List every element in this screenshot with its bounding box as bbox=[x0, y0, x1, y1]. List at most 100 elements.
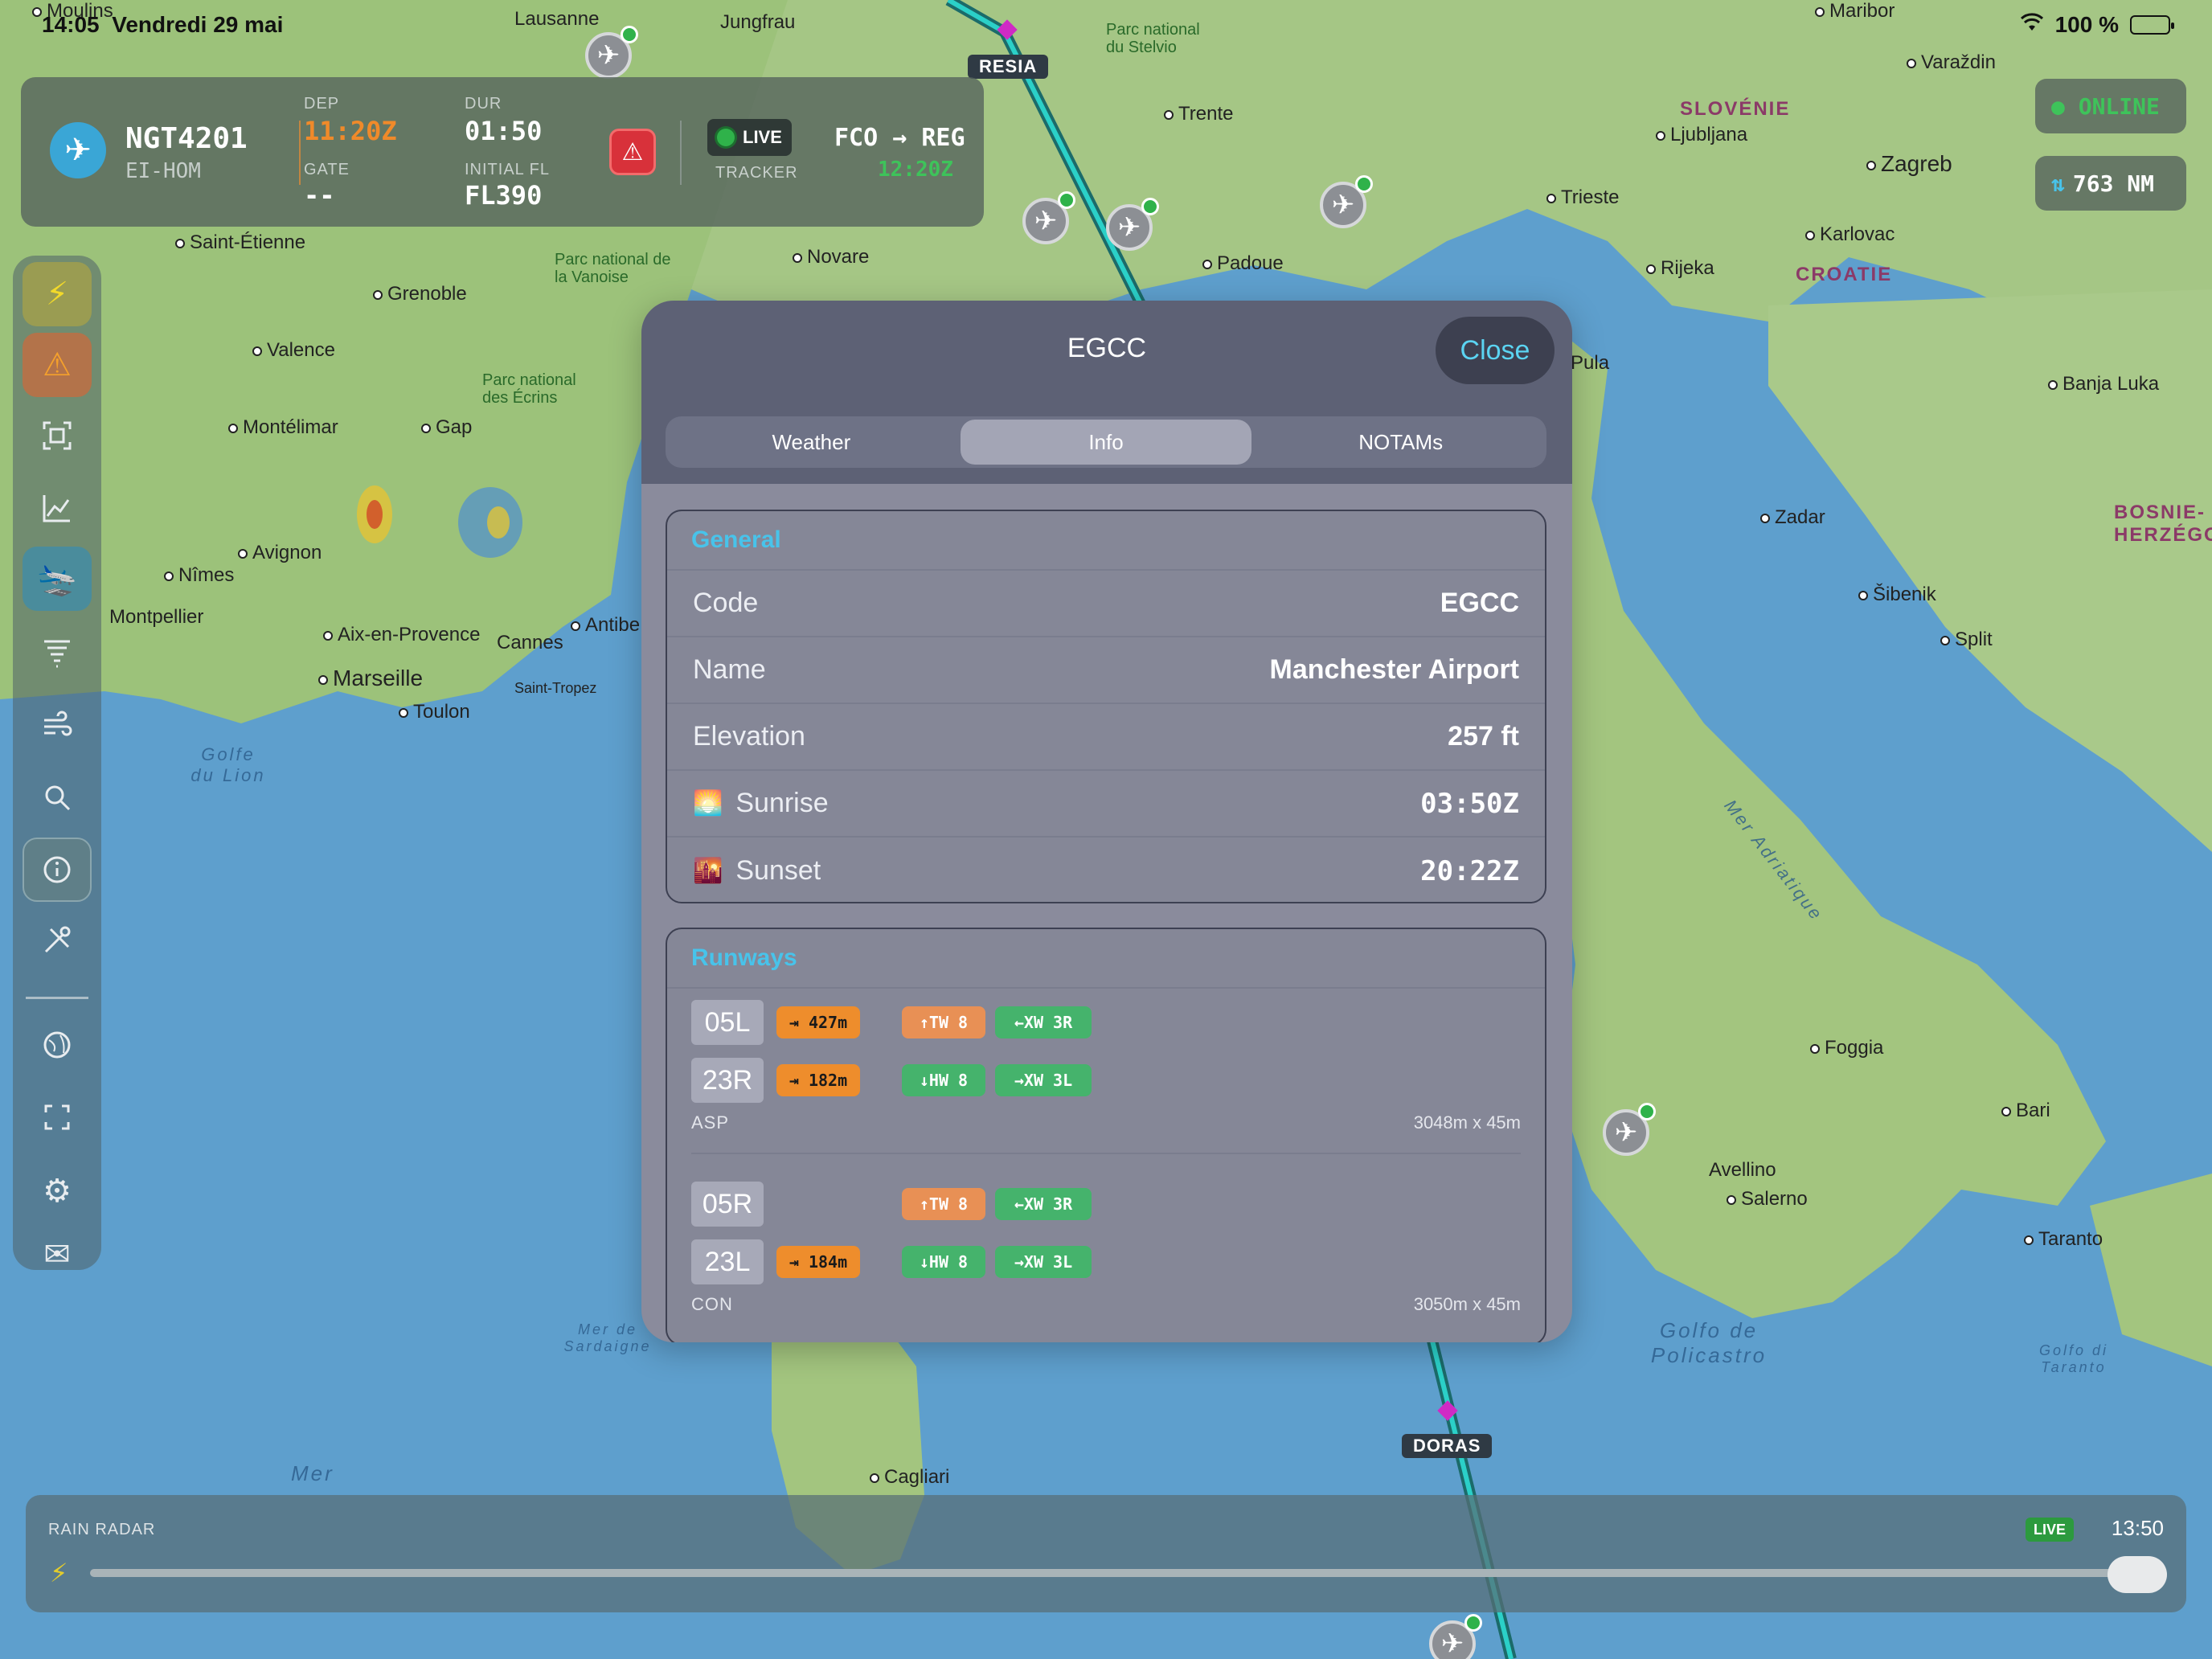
warning-sidebar-icon[interactable]: ⚠ bbox=[23, 333, 92, 397]
aircraft-marker[interactable]: ✈ bbox=[1106, 198, 1159, 251]
map-label-mer-sardaigne: Mer de Sardaigne bbox=[563, 1321, 652, 1354]
map-label-zadar: Zadar bbox=[1760, 506, 1825, 529]
runway-dimensions: 3050m x 45m bbox=[1413, 1294, 1521, 1314]
map-label-golfo-policastro: Golfo de Policastro bbox=[1650, 1318, 1768, 1367]
map-label-montpellier: Montpellier bbox=[109, 606, 204, 628]
runway-end-id[interactable]: 05R bbox=[691, 1182, 764, 1227]
map-label-split: Split bbox=[1940, 629, 1993, 651]
crosswind-badge: →XW 3L bbox=[995, 1246, 1092, 1278]
map-label-bari: Bari bbox=[2001, 1100, 2050, 1122]
sidebar: ⚡ ⚠ 🛬 ⚙ ✉ bbox=[13, 256, 101, 1270]
battery-percent: 100 % bbox=[2054, 12, 2119, 37]
mail-icon[interactable]: ✉ bbox=[23, 1231, 92, 1270]
tornado-icon[interactable] bbox=[23, 621, 92, 685]
sunset-value: 20:22Z bbox=[1420, 854, 1519, 887]
status-time: 14:05 bbox=[42, 12, 100, 37]
status-right: 100 % bbox=[2020, 12, 2174, 38]
wifi-icon bbox=[2020, 12, 2044, 38]
map-label-trente: Trente bbox=[1164, 103, 1233, 125]
sunrise-icon: 🌅 bbox=[693, 790, 723, 817]
airport-info-modal: EGCC Close Weather Info NOTAMs General C… bbox=[641, 301, 1572, 1342]
runway-end-id[interactable]: 23R bbox=[691, 1058, 764, 1103]
tab-weather[interactable]: Weather bbox=[666, 416, 957, 468]
radar-timeline-handle[interactable] bbox=[2108, 1556, 2167, 1593]
map-label-padoue: Padoue bbox=[1202, 252, 1284, 275]
map-label-saint-tropez: Saint-Tropez bbox=[514, 680, 597, 696]
dur-value: 01:50 bbox=[465, 116, 543, 146]
waypoint-doras[interactable]: DORAS bbox=[1402, 1434, 1493, 1458]
scan-document-icon[interactable] bbox=[23, 403, 92, 468]
radar-live-badge: LIVE bbox=[2025, 1518, 2074, 1542]
map-label-rijeka: Rijeka bbox=[1646, 257, 1714, 280]
aircraft-marker[interactable]: ✈ bbox=[1320, 175, 1373, 228]
lightning-icon[interactable]: ⚡ bbox=[50, 1558, 68, 1588]
map-label-salerno: Salerno bbox=[1727, 1188, 1808, 1210]
map-label-ecrins: Parc national des Écrins bbox=[482, 371, 576, 407]
rain-radar-title: RAIN RADAR bbox=[48, 1521, 156, 1538]
fullscreen-icon[interactable] bbox=[23, 1085, 92, 1149]
map-label-mer: Mer bbox=[291, 1461, 334, 1485]
code-label: Code bbox=[693, 588, 759, 618]
flight-arrival-time: 12:20Z bbox=[878, 158, 953, 182]
status-date: Vendredi 29 mai bbox=[112, 12, 284, 37]
distance-icon: ⇅ bbox=[2051, 170, 2065, 197]
distance-chip[interactable]: ⇅ 763 NM bbox=[2035, 156, 2186, 211]
initial-fl-value: FL390 bbox=[465, 180, 543, 211]
aircraft-marker[interactable]: ✈ bbox=[1603, 1103, 1656, 1156]
map-label-trieste: Trieste bbox=[1546, 186, 1619, 209]
lightning-icon[interactable]: ⚡ bbox=[23, 262, 92, 326]
radar-timeline-track[interactable] bbox=[90, 1569, 2124, 1577]
close-button[interactable]: Close bbox=[1436, 317, 1555, 384]
search-icon[interactable] bbox=[23, 765, 92, 830]
map-label-cannes: Cannes bbox=[497, 632, 563, 653]
tab-notams[interactable]: NOTAMs bbox=[1255, 416, 1546, 468]
chart-icon[interactable] bbox=[23, 476, 92, 540]
settings-gear-icon[interactable]: ⚙ bbox=[23, 1159, 92, 1223]
aircraft-marker[interactable]: ✈ bbox=[1429, 1614, 1482, 1659]
runway-end-id[interactable]: 23L bbox=[691, 1239, 764, 1284]
live-badge[interactable]: LIVE bbox=[707, 119, 792, 156]
flight-route: FCO → REG bbox=[834, 124, 965, 152]
tailwind-badge: ↑TW 8 bbox=[902, 1006, 985, 1038]
dep-label: DEP bbox=[304, 95, 340, 113]
runway-surface: CON bbox=[691, 1294, 733, 1314]
general-section: General Code EGCC Name Manchester Airpor… bbox=[666, 510, 1546, 903]
globe-icon[interactable] bbox=[23, 1013, 92, 1077]
crosswind-badge: ←XW 3R bbox=[995, 1188, 1092, 1220]
map-label-slovenie: SLOVÉNIE bbox=[1680, 98, 1791, 120]
waypoint-resia[interactable]: RESIA bbox=[968, 55, 1049, 79]
online-status-chip[interactable]: ● ONLINE bbox=[2035, 79, 2186, 133]
tools-icon[interactable] bbox=[23, 908, 92, 973]
gate-value: -- bbox=[304, 180, 335, 211]
map-label-sibenik: Šibenik bbox=[1858, 584, 1936, 606]
map-label-bosnie: BOSNIE-HERZÉGO bbox=[2114, 502, 2212, 546]
runway-end-id[interactable]: 05L bbox=[691, 1000, 764, 1045]
flight-card[interactable]: ✈ NGT4201 EI-HOM DEP 11:20Z GATE -- DUR … bbox=[21, 77, 984, 227]
general-section-title: General bbox=[667, 511, 1545, 571]
map-label-valence: Valence bbox=[252, 339, 335, 362]
tracker-label: TRACKER bbox=[715, 164, 798, 182]
airplane-icon: ✈ bbox=[50, 122, 106, 178]
initial-fl-label: INITIAL FL bbox=[465, 161, 550, 178]
map-label-aix: Aix-en-Provence bbox=[323, 624, 480, 646]
flight-callsign: NGT4201 bbox=[125, 122, 248, 155]
wind-icon[interactable] bbox=[23, 693, 92, 757]
map-label-golfo-taranto: Golfo di Taranto bbox=[2038, 1342, 2109, 1375]
sunrise-key: 🌅 Sunrise bbox=[693, 788, 829, 819]
aircraft-marker[interactable]: ✈ bbox=[1022, 191, 1075, 244]
sidebar-separator bbox=[26, 997, 88, 999]
landing-icon[interactable]: 🛬 bbox=[23, 547, 92, 611]
displaced-threshold-badge: ⇥ 184m bbox=[776, 1246, 860, 1278]
map-label-saint-etienne: Saint-Étienne bbox=[175, 231, 305, 254]
crosswind-badge: ←XW 3R bbox=[995, 1006, 1092, 1038]
elevation-label: Elevation bbox=[693, 721, 805, 752]
map-label-gap: Gap bbox=[421, 416, 472, 439]
dep-value: 11:20Z bbox=[304, 116, 397, 146]
warning-icon: ⚠ bbox=[621, 138, 644, 166]
info-row-sunrise: 🌅 Sunrise 03:50Z bbox=[667, 771, 1545, 838]
alert-button[interactable]: ⚠ bbox=[609, 129, 656, 175]
live-label: LIVE bbox=[743, 127, 782, 147]
tab-info[interactable]: Info bbox=[960, 420, 1252, 465]
runway-block: 05R ↑TW 8 ←XW 3R 23L ⇥ 184m ↓HW 8 →XW 3L… bbox=[667, 1169, 1545, 1342]
info-icon[interactable] bbox=[23, 838, 92, 902]
